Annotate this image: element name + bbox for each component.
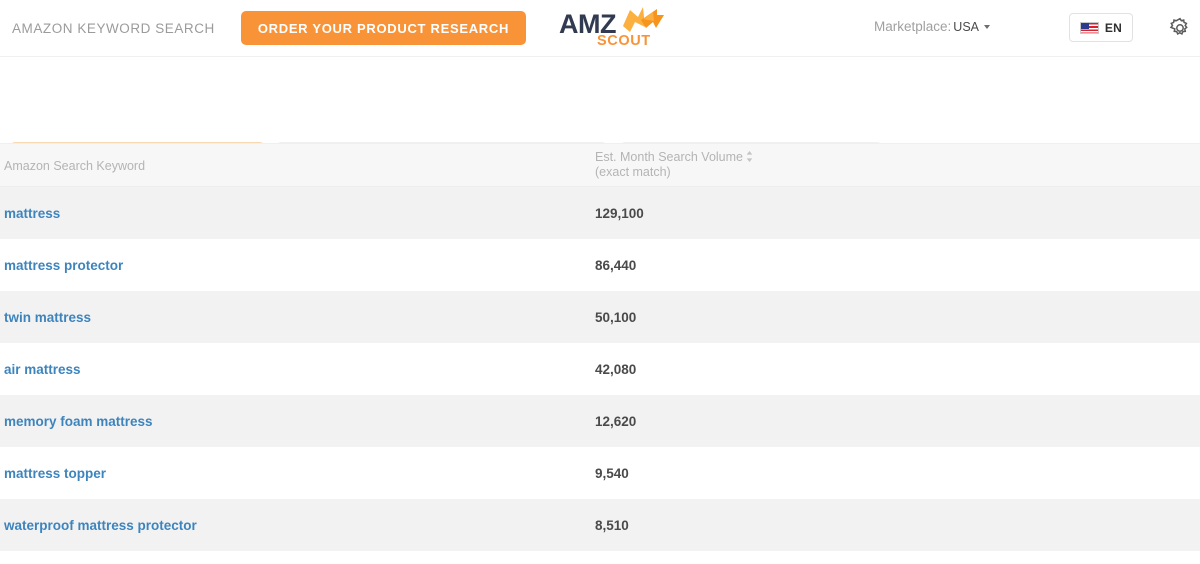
search-volume-value: 8,510 — [595, 499, 629, 551]
gear-icon — [1168, 16, 1192, 40]
order-product-research-button[interactable]: ORDER YOUR PRODUCT RESEARCH — [241, 11, 526, 45]
keyword-link[interactable]: air mattress — [4, 343, 81, 395]
marketplace-selector[interactable]: Marketplace:USA — [874, 19, 990, 34]
app-header: AMAZON KEYWORD SEARCH ORDER YOUR PRODUCT… — [0, 0, 1200, 57]
column-header-volume-line2: (exact match) — [595, 165, 671, 179]
page-title: AMAZON KEYWORD SEARCH — [12, 21, 215, 36]
marketplace-value: USA — [953, 20, 979, 34]
search-volume-value: 86,440 — [595, 239, 636, 291]
keyword-link[interactable]: waterproof mattress protector — [4, 499, 197, 551]
keyword-link[interactable]: mattress topper — [4, 447, 106, 499]
marketplace-label: Marketplace: — [874, 19, 951, 34]
search-volume-value: 9,540 — [595, 447, 629, 499]
language-selector[interactable]: EN — [1069, 13, 1133, 42]
language-code: EN — [1105, 21, 1122, 35]
filter-bar: mattress ? Num. of words in a keyword: -… — [0, 57, 1200, 143]
search-volume-value: 50,100 — [595, 291, 636, 343]
table-row[interactable]: air mattress 42,080 — [0, 343, 1200, 395]
search-volume-value: 129,100 — [595, 187, 644, 239]
table-body: mattress129,100mattress protector86,440t… — [0, 187, 1200, 551]
table-row[interactable]: mattress topper 9,540 — [0, 447, 1200, 499]
amzscout-logo[interactable]: AMZ SCOUT — [559, 6, 665, 50]
table-row[interactable]: twin mattress 50,100 — [0, 291, 1200, 343]
us-flag-icon — [1080, 22, 1099, 34]
keyword-link[interactable]: memory foam mattress — [4, 395, 153, 447]
column-header-volume-line1: Est. Month Search Volume — [595, 150, 743, 164]
keyword-link[interactable]: mattress — [4, 187, 60, 239]
table-row[interactable]: memory foam mattress 12,620 — [0, 395, 1200, 447]
sort-updown-icon[interactable] — [746, 151, 753, 166]
table-row[interactable]: waterproof mattress protector 8,510 — [0, 499, 1200, 551]
arrow-flag-icon — [621, 6, 665, 40]
search-volume-value: 42,080 — [595, 343, 636, 395]
table-row[interactable]: mattress 129,100 — [0, 187, 1200, 239]
search-volume-value: 12,620 — [595, 395, 636, 447]
keyword-results-table: Amazon Search Keyword Est. Month Search … — [0, 143, 1200, 551]
column-header-keyword[interactable]: Amazon Search Keyword — [4, 159, 145, 173]
keyword-link[interactable]: mattress protector — [4, 239, 123, 291]
column-header-volume[interactable]: Est. Month Search Volume (exact match) — [595, 150, 753, 179]
table-header-row: Amazon Search Keyword Est. Month Search … — [0, 143, 1200, 187]
caret-down-icon — [984, 25, 990, 29]
keyword-link[interactable]: twin mattress — [4, 291, 91, 343]
settings-button[interactable] — [1168, 16, 1192, 40]
table-row[interactable]: mattress protector 86,440 — [0, 239, 1200, 291]
